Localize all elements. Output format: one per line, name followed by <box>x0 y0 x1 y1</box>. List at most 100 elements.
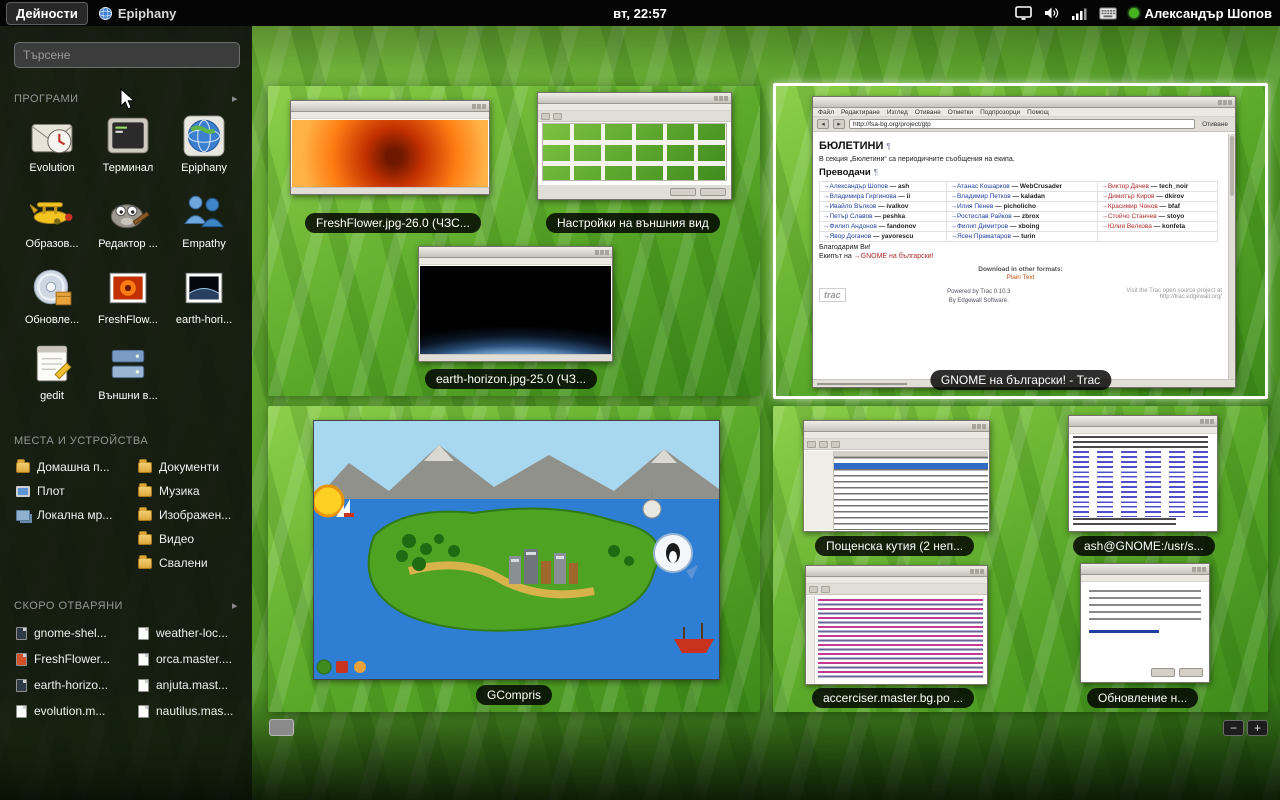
pilcrow-anchor[interactable]: ¶ <box>874 168 878 177</box>
powered-by-text: Powered by Trac 0.10.3 By Edgewall Softw… <box>947 288 1010 306</box>
gcompris-window[interactable] <box>313 420 720 680</box>
menu-file[interactable]: Файл <box>818 109 834 116</box>
gedit-po-window[interactable] <box>805 565 988 685</box>
place-item-pictures[interactable]: Изображен... <box>138 503 252 527</box>
place-item-videos[interactable]: Видео <box>138 527 252 551</box>
translator-link[interactable]: →Владимир Петков <box>950 193 1010 200</box>
recent-item[interactable]: earth-horizo... <box>16 672 130 698</box>
place-item-home[interactable]: Домашна п... <box>16 455 130 479</box>
menu-bookmarks[interactable]: Отметки <box>948 109 973 116</box>
workspace-thumbnail-4[interactable]: Пощенска кутия (2 неп... ash@GNOME:/usr/… <box>773 406 1268 712</box>
appearance-window[interactable] <box>537 92 732 200</box>
translator-link[interactable]: →Явор Доганов <box>823 233 871 240</box>
translator-link[interactable]: →Юлия Велкова <box>1101 223 1152 230</box>
go-button[interactable]: Отиване <box>1199 121 1231 128</box>
terminal-window[interactable] <box>1068 415 1218 532</box>
file-dark-icon <box>16 679 27 692</box>
translator-link[interactable]: →Красимир Чонов <box>1101 203 1158 210</box>
app-menu-label: Epiphany <box>118 6 177 21</box>
freshflower-window[interactable] <box>290 100 490 195</box>
app-item-gedit[interactable]: gedit <box>14 341 90 411</box>
app-menu[interactable]: Epiphany <box>98 6 177 21</box>
forward-button[interactable]: ▸ <box>833 119 845 129</box>
menu-view[interactable]: Изглед <box>887 109 908 116</box>
recent-item[interactable]: orca.master.... <box>138 646 252 672</box>
zoom-out-button[interactable]: − <box>1223 720 1244 736</box>
app-item-empathy[interactable]: Empathy <box>166 189 242 259</box>
translator-link[interactable]: →Александър Шопов <box>823 183 888 190</box>
app-item-earth-horizon[interactable]: earth-hori... <box>166 265 242 335</box>
recent-expand-arrow[interactable]: ▸ <box>232 599 238 612</box>
translator-link[interactable]: →Филип Димитров <box>950 223 1008 230</box>
translator-link[interactable]: →Ростислав Райков <box>950 213 1011 220</box>
workspace-thumbnail-1[interactable]: FreshFlower.jpg-26.0 (ЧЗС... Настройки н… <box>268 86 760 396</box>
address-bar[interactable]: http://fsa-bg.org/project/gtp <box>849 119 1195 129</box>
menu-help[interactable]: Помощ <box>1027 109 1049 116</box>
app-item-software-update[interactable]: Обновле... <box>14 265 90 335</box>
workspace-thumbnail-3[interactable]: GCompris <box>268 406 760 712</box>
translator-link[interactable]: →Петър Славов <box>823 213 873 220</box>
translator-link[interactable]: →Виктор Дачев <box>1101 183 1149 190</box>
translator-nick: — kaladan <box>1011 193 1045 200</box>
translator-link[interactable]: →Филип Андонов <box>823 223 877 230</box>
place-item-documents[interactable]: Документи <box>138 455 252 479</box>
terminal-content <box>1070 434 1216 530</box>
place-item-downloads[interactable]: Свалени <box>138 551 252 575</box>
evolution-mail-window[interactable] <box>803 420 990 532</box>
app-item-evolution[interactable]: Evolution <box>14 113 90 183</box>
app-item-epiphany[interactable]: Epiphany <box>166 113 242 183</box>
recent-item[interactable]: evolution.m... <box>16 698 130 724</box>
menu-go[interactable]: Отиване <box>915 109 941 116</box>
app-item-external-drives[interactable]: Външни в... <box>90 341 166 411</box>
app-item-freshflower[interactable]: FreshFlow... <box>90 265 166 335</box>
recent-item[interactable]: weather-loc... <box>138 620 252 646</box>
plain-text-link[interactable]: Plain Text <box>819 274 1222 281</box>
dialog-buttons <box>538 185 731 199</box>
recent-item[interactable]: nautilus.mas... <box>138 698 252 724</box>
recent-item[interactable]: FreshFlower... <box>16 646 130 672</box>
earth-window[interactable] <box>418 246 613 362</box>
workspace-thumbnail-2[interactable]: Файл Редактиране Изглед Отиване Отметки … <box>773 83 1268 399</box>
workspace-indicator[interactable] <box>269 719 294 736</box>
place-item-music[interactable]: Музика <box>138 479 252 503</box>
app-item-terminal[interactable]: Терминал <box>90 113 166 183</box>
translator-link[interactable]: →Атанас Кошарков <box>950 183 1009 190</box>
team-link[interactable]: →GNOME на български! <box>854 253 934 260</box>
folder-icon <box>138 510 152 521</box>
clock[interactable]: вт, 22:57 <box>613 6 667 21</box>
search-input[interactable] <box>14 42 240 68</box>
place-item-desktop[interactable]: Плот <box>16 479 130 503</box>
network-signal-icon[interactable] <box>1072 7 1087 20</box>
activities-button[interactable]: Дейности <box>6 2 88 25</box>
menu-tabs[interactable]: Подпрозорци <box>980 109 1020 116</box>
pilcrow-anchor[interactable]: ¶ <box>886 142 890 151</box>
zoom-in-button[interactable]: + <box>1247 720 1268 736</box>
translator-link[interactable]: →Илия Пенев <box>950 203 993 210</box>
recent-item[interactable]: anjuta.mast... <box>138 672 252 698</box>
display-icon[interactable] <box>1015 6 1032 21</box>
programs-expand-arrow[interactable]: ▸ <box>232 92 238 105</box>
place-item-network[interactable]: Локална мр... <box>16 503 130 527</box>
browser-menubar: Файл Редактиране Изглед Отиване Отметки … <box>813 108 1235 117</box>
translator-link[interactable]: →Ивайло Вълков <box>823 203 876 210</box>
translator-link[interactable]: →Димитър Киров <box>1101 193 1154 200</box>
translator-link[interactable]: →Стойчо Станчев <box>1101 213 1156 220</box>
menu-edit[interactable]: Редактиране <box>841 109 880 116</box>
app-item-gimp[interactable]: Редактор ... <box>90 189 166 259</box>
app-item-gcompris[interactable]: Образов... <box>14 189 90 259</box>
translator-nick: — xboing <box>1008 223 1039 230</box>
update-manager-window[interactable] <box>1080 563 1210 683</box>
translator-link[interactable]: →Владимира Гиргинова <box>823 193 896 200</box>
section-places: МЕСТА И УСТРОЙСТВА <box>14 435 238 447</box>
back-button[interactable]: ◂ <box>817 119 829 129</box>
volume-icon[interactable] <box>1044 6 1060 20</box>
window-titlebar <box>419 247 612 258</box>
translator-cell: →Ивайло Вълков — ivalkov <box>820 202 947 212</box>
keyboard-icon[interactable] <box>1099 7 1117 20</box>
user-menu[interactable]: Александър Шопов <box>1129 6 1272 21</box>
epiphany-browser-window[interactable]: Файл Редактиране Изглед Отиване Отметки … <box>812 96 1236 388</box>
scrollbar[interactable] <box>1228 134 1235 379</box>
top-bar: Дейности Epiphany вт, 22:57 <box>0 0 1280 26</box>
recent-item[interactable]: gnome-shel... <box>16 620 130 646</box>
translator-link[interactable]: →Ясен Праматаров <box>950 233 1011 240</box>
